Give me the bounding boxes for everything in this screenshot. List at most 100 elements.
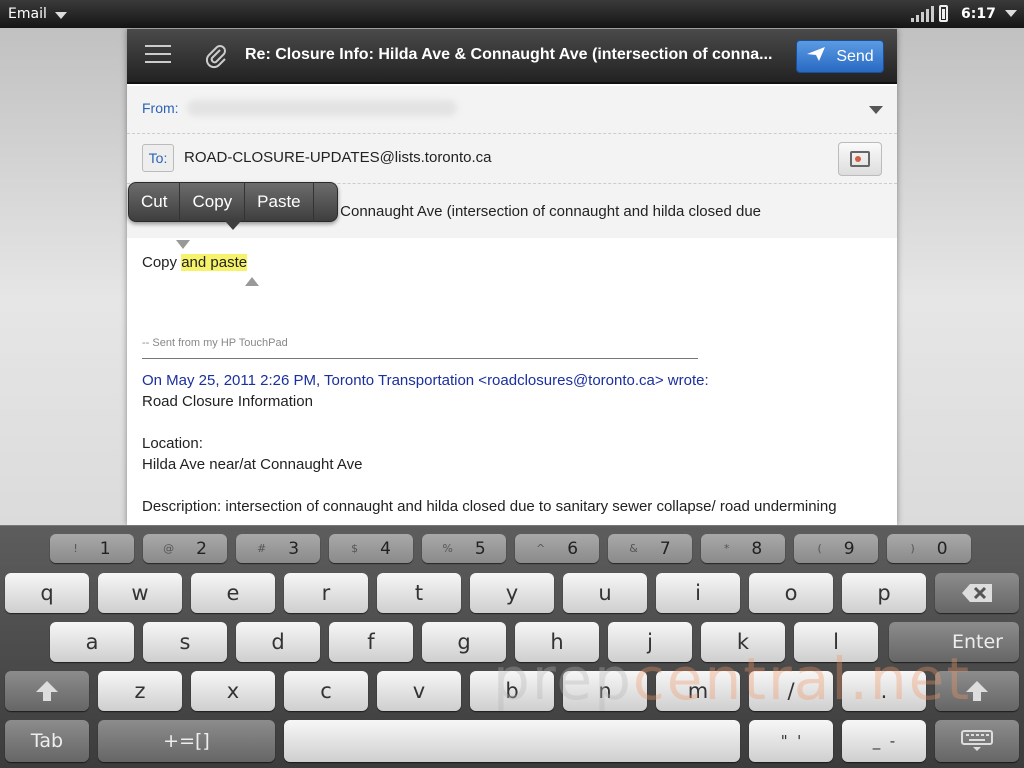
key-label: 9 xyxy=(843,538,855,559)
tab-key[interactable]: Tab xyxy=(5,720,89,762)
key-slash[interactable]: / xyxy=(749,671,833,711)
key-b[interactable]: b xyxy=(470,671,554,711)
key-label: 4 xyxy=(380,538,391,559)
key-j[interactable]: j xyxy=(608,622,692,662)
key-z[interactable]: z xyxy=(98,671,182,711)
quote-divider xyxy=(142,358,698,359)
key-sub: $ xyxy=(351,542,359,555)
space-bar[interactable] xyxy=(284,720,740,762)
popup-pointer xyxy=(225,221,241,230)
paperclip-icon[interactable] xyxy=(203,43,229,69)
key-label: 2 xyxy=(196,538,207,559)
key-8[interactable]: * 8 xyxy=(701,534,785,563)
system-menu-icon[interactable] xyxy=(1005,10,1017,17)
app-name: Email xyxy=(8,6,47,22)
key-sub: & xyxy=(629,542,638,555)
key-0[interactable]: ) 0 xyxy=(887,534,971,563)
key-label: 8 xyxy=(751,538,763,559)
app-menu-triangle-icon xyxy=(54,11,67,19)
key-label: 5 xyxy=(474,538,486,559)
paste-button[interactable]: Paste xyxy=(245,182,314,222)
key-q[interactable]: q xyxy=(5,573,89,613)
cut-button[interactable]: Cut xyxy=(129,182,181,222)
key-4[interactable]: $4 xyxy=(329,534,413,563)
key-a[interactable]: a xyxy=(50,622,134,662)
compose-header: Re: Closure Info: Hilda Ave & Connaught … xyxy=(127,29,897,84)
dropdown-triangle-icon[interactable] xyxy=(869,106,883,114)
key-sub: # xyxy=(256,542,267,555)
enter-key[interactable]: Enter xyxy=(889,622,1019,662)
symbols-key[interactable]: +=[] xyxy=(98,720,275,762)
key-w[interactable]: w xyxy=(98,573,182,613)
send-plane-icon xyxy=(806,46,826,67)
key-s[interactable]: s xyxy=(143,622,227,662)
key-h[interactable]: h xyxy=(515,622,599,662)
dash-key[interactable]: _ - xyxy=(842,720,926,762)
key-r[interactable]: r xyxy=(284,573,368,613)
to-button[interactable]: To: xyxy=(142,144,174,172)
key-7[interactable]: & 7 xyxy=(608,534,692,563)
copy-button[interactable]: Copy xyxy=(180,182,246,222)
quote-line: Location: xyxy=(142,435,203,452)
key-d[interactable]: d xyxy=(236,622,320,662)
quote-line: Description: intersection of connaught a… xyxy=(142,498,837,515)
message-body[interactable]: Copy and paste xyxy=(142,254,248,271)
key-e[interactable]: e xyxy=(191,573,275,613)
send-label: Send xyxy=(836,47,874,65)
key-c[interactable]: c xyxy=(284,671,368,711)
quote-line: Road Closure Information xyxy=(142,393,313,410)
from-address-blurred xyxy=(187,100,457,116)
key-g[interactable]: g xyxy=(422,622,506,662)
key-sub: ^ xyxy=(535,542,546,555)
from-row[interactable]: From: xyxy=(127,86,897,134)
key-label: 7 xyxy=(659,538,671,559)
key-l[interactable]: l xyxy=(794,622,878,662)
key-5[interactable]: % 5 xyxy=(422,534,506,563)
to-row: To: ROAD-CLOSURE-UPDATES@lists.toronto.c… xyxy=(127,134,897,184)
key-sub: @ xyxy=(163,542,175,555)
keyboard-hide-icon[interactable] xyxy=(935,720,1019,762)
body-selected-text[interactable]: and paste xyxy=(181,254,248,271)
compose-window: Re: Closure Info: Hilda Ave & Connaught … xyxy=(127,29,897,525)
key-sub: ! xyxy=(73,542,78,555)
key-label: 3 xyxy=(288,538,300,559)
key-i[interactable]: i xyxy=(656,573,740,613)
key-sub: * xyxy=(723,542,730,555)
key-6[interactable]: ^ 6 xyxy=(515,534,599,563)
status-bar: Email 6:17 xyxy=(0,0,1024,28)
key-2[interactable]: @2 xyxy=(143,534,227,563)
contact-card-icon[interactable] xyxy=(838,142,882,176)
shift-icon[interactable] xyxy=(935,671,1019,711)
key-u[interactable]: u xyxy=(563,573,647,613)
app-menu[interactable]: Email xyxy=(8,6,67,22)
key-x[interactable]: x xyxy=(191,671,275,711)
menu-icon[interactable] xyxy=(145,45,175,67)
quote-header: On May 25, 2011 2:26 PM, Toronto Transpo… xyxy=(142,372,709,389)
key-v[interactable]: v xyxy=(377,671,461,711)
key-f[interactable]: f xyxy=(329,622,413,662)
key-sub: ) xyxy=(910,542,915,555)
signature: -- Sent from my HP TouchPad xyxy=(142,337,288,349)
backspace-icon[interactable] xyxy=(935,573,1019,613)
key-period[interactable]: . xyxy=(842,671,926,711)
key-n[interactable]: n xyxy=(563,671,647,711)
quote-key[interactable]: " ' xyxy=(749,720,833,762)
key-y[interactable]: y xyxy=(470,573,554,613)
key-t[interactable]: t xyxy=(377,573,461,613)
key-label: 1 xyxy=(99,538,111,559)
key-3[interactable]: #3 xyxy=(236,534,320,563)
shift-icon[interactable] xyxy=(5,671,89,711)
key-9[interactable]: (9 xyxy=(794,534,878,563)
key-p[interactable]: p xyxy=(842,573,926,613)
edit-popup-menu: Cut Copy Paste xyxy=(128,182,338,230)
to-address[interactable]: ROAD-CLOSURE-UPDATES@lists.toronto.ca xyxy=(184,149,492,166)
key-1[interactable]: ! 1 xyxy=(50,534,134,563)
key-m[interactable]: m xyxy=(656,671,740,711)
send-button[interactable]: Send xyxy=(796,40,884,73)
clock: 6:17 xyxy=(961,6,996,22)
key-k[interactable]: k xyxy=(701,622,785,662)
key-o[interactable]: o xyxy=(749,573,833,613)
from-label: From: xyxy=(142,100,179,116)
selection-start-handle[interactable] xyxy=(176,240,190,249)
selection-end-handle[interactable] xyxy=(245,277,259,286)
